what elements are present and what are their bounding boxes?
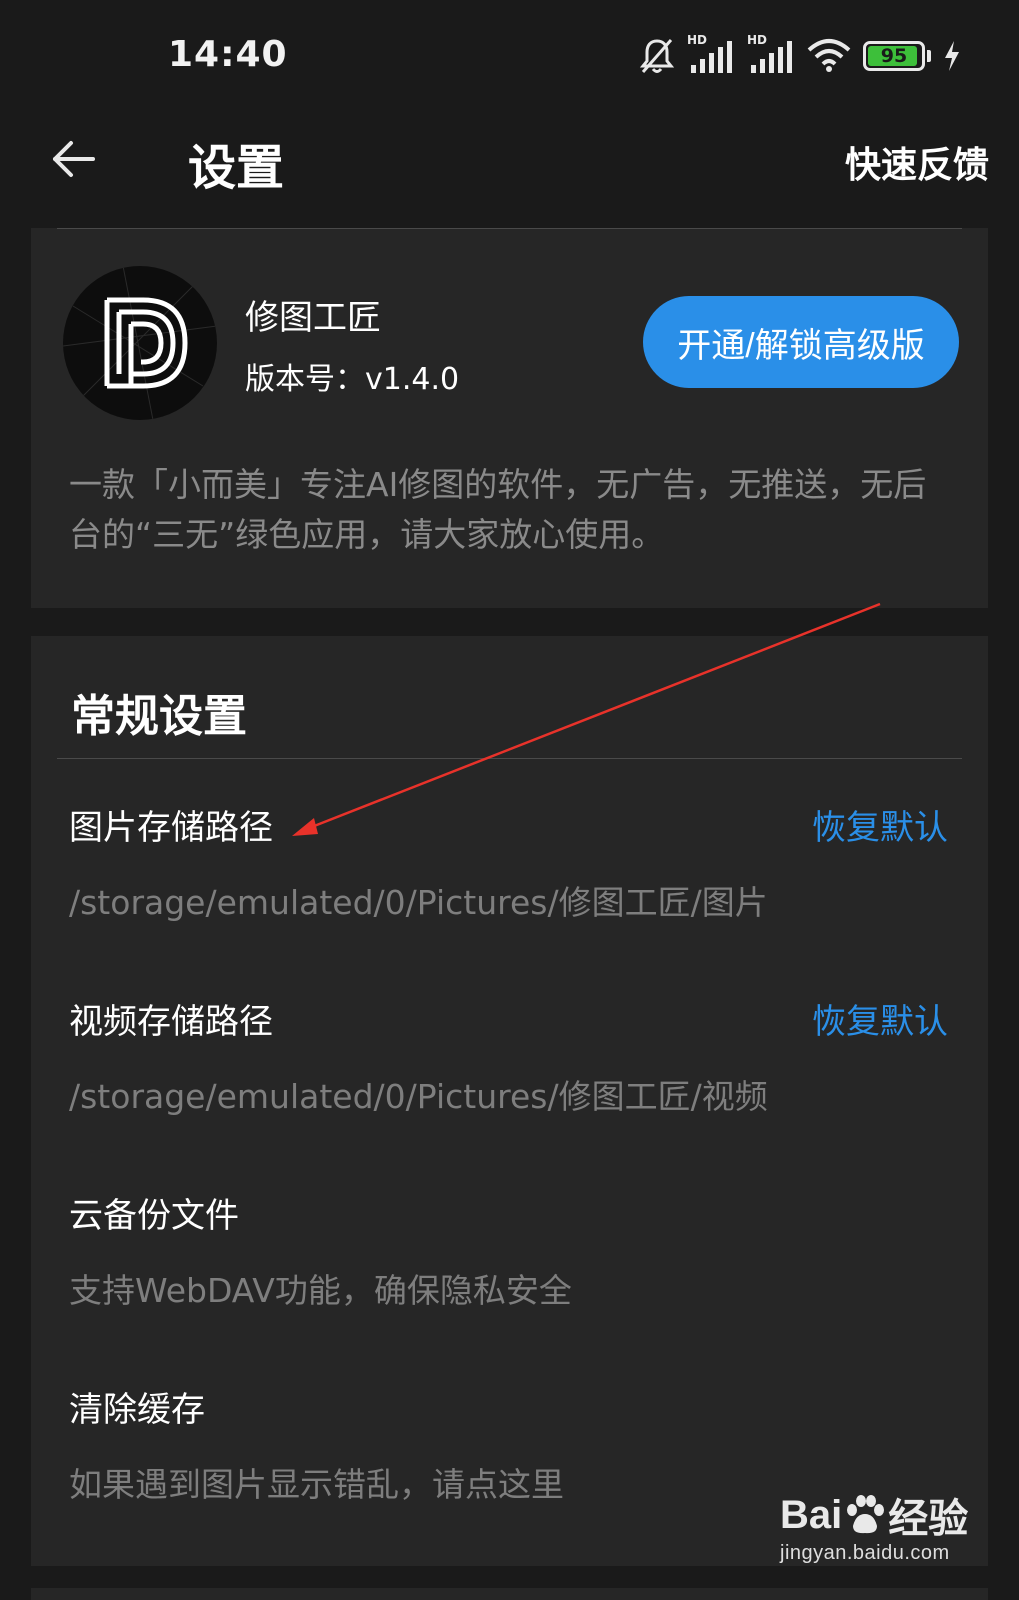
- setting-image-path[interactable]: 图片存储路径 恢复默认 /storage/emulated/0/Pictures…: [31, 800, 988, 990]
- setting-value: 支持WebDAV功能，确保隐私安全: [69, 1271, 572, 1310]
- setting-label: 云备份文件: [69, 1196, 239, 1236]
- setting-label: 视频存储路径: [69, 1002, 273, 1042]
- watermark-logo: Bai 经验: [780, 1486, 968, 1544]
- watermark-bai: Bai: [780, 1492, 843, 1537]
- wifi-icon: [807, 38, 851, 74]
- app-logo-icon: [63, 266, 217, 420]
- battery-icon: 95: [863, 41, 931, 71]
- signal-hd-icon: HD: [747, 33, 795, 75]
- app-info-card: 修图工匠 版本号：v1.4.0 开通/解锁高级版 一款「小而美」专注AI修图的软…: [31, 228, 988, 608]
- app-description: 一款「小而美」专注AI修图的软件，无广告，无推送，无后台的“三无”绿色应用，请大…: [69, 465, 927, 554]
- battery-cap: [927, 50, 931, 62]
- setting-value: /storage/emulated/0/Pictures/修图工匠/视频: [69, 1077, 768, 1116]
- next-card-edge: [31, 1588, 988, 1600]
- setting-value: /storage/emulated/0/Pictures/修图工匠/图片: [69, 883, 768, 922]
- hd-label: HD: [747, 33, 768, 47]
- app-header: 设置 快速反馈: [0, 110, 1019, 230]
- status-bar: 14:40 HD HD 95: [0, 0, 1019, 110]
- page-title: 设置: [188, 140, 285, 196]
- watermark: Bai 经验 jingyan.baidu.com: [780, 1486, 980, 1586]
- setting-video-path[interactable]: 视频存储路径 恢复默认 /storage/emulated/0/Pictures…: [31, 994, 988, 1184]
- restore-default-button[interactable]: 恢复默认: [812, 994, 948, 1043]
- setting-cloud-backup[interactable]: 云备份文件 支持WebDAV功能，确保隐私安全: [31, 1188, 988, 1378]
- charging-icon: [943, 41, 961, 71]
- setting-value: 如果遇到图片显示错乱，请点这里: [69, 1465, 564, 1504]
- battery-outline: 95: [863, 41, 925, 71]
- app-name: 修图工匠: [245, 298, 381, 338]
- battery-percent: 95: [880, 45, 908, 67]
- general-settings-card: 常规设置 图片存储路径 恢复默认 /storage/emulated/0/Pic…: [31, 636, 988, 1566]
- hd-label: HD: [687, 33, 708, 47]
- watermark-url: jingyan.baidu.com: [780, 1542, 950, 1564]
- signal-hd-icon: HD: [687, 33, 735, 75]
- restore-default-button[interactable]: 恢复默认: [812, 800, 948, 849]
- app-version: 版本号：v1.4.0: [245, 362, 460, 397]
- status-time: 14:40: [168, 34, 288, 75]
- back-button[interactable]: [48, 136, 98, 186]
- section-title: 常规设置: [71, 691, 247, 742]
- arrow-left-icon: [51, 139, 95, 183]
- divider: [57, 758, 962, 759]
- watermark-jingyan: 经验: [888, 1497, 969, 1541]
- setting-label: 图片存储路径: [69, 808, 273, 848]
- feedback-button[interactable]: 快速反馈: [845, 136, 989, 188]
- unlock-premium-button[interactable]: 开通/解锁高级版: [643, 296, 959, 388]
- paw-icon: [844, 1494, 886, 1536]
- setting-label: 清除缓存: [69, 1390, 205, 1430]
- status-icons: HD HD 95: [639, 33, 961, 76]
- bell-mute-icon: [639, 37, 675, 75]
- divider: [57, 228, 962, 229]
